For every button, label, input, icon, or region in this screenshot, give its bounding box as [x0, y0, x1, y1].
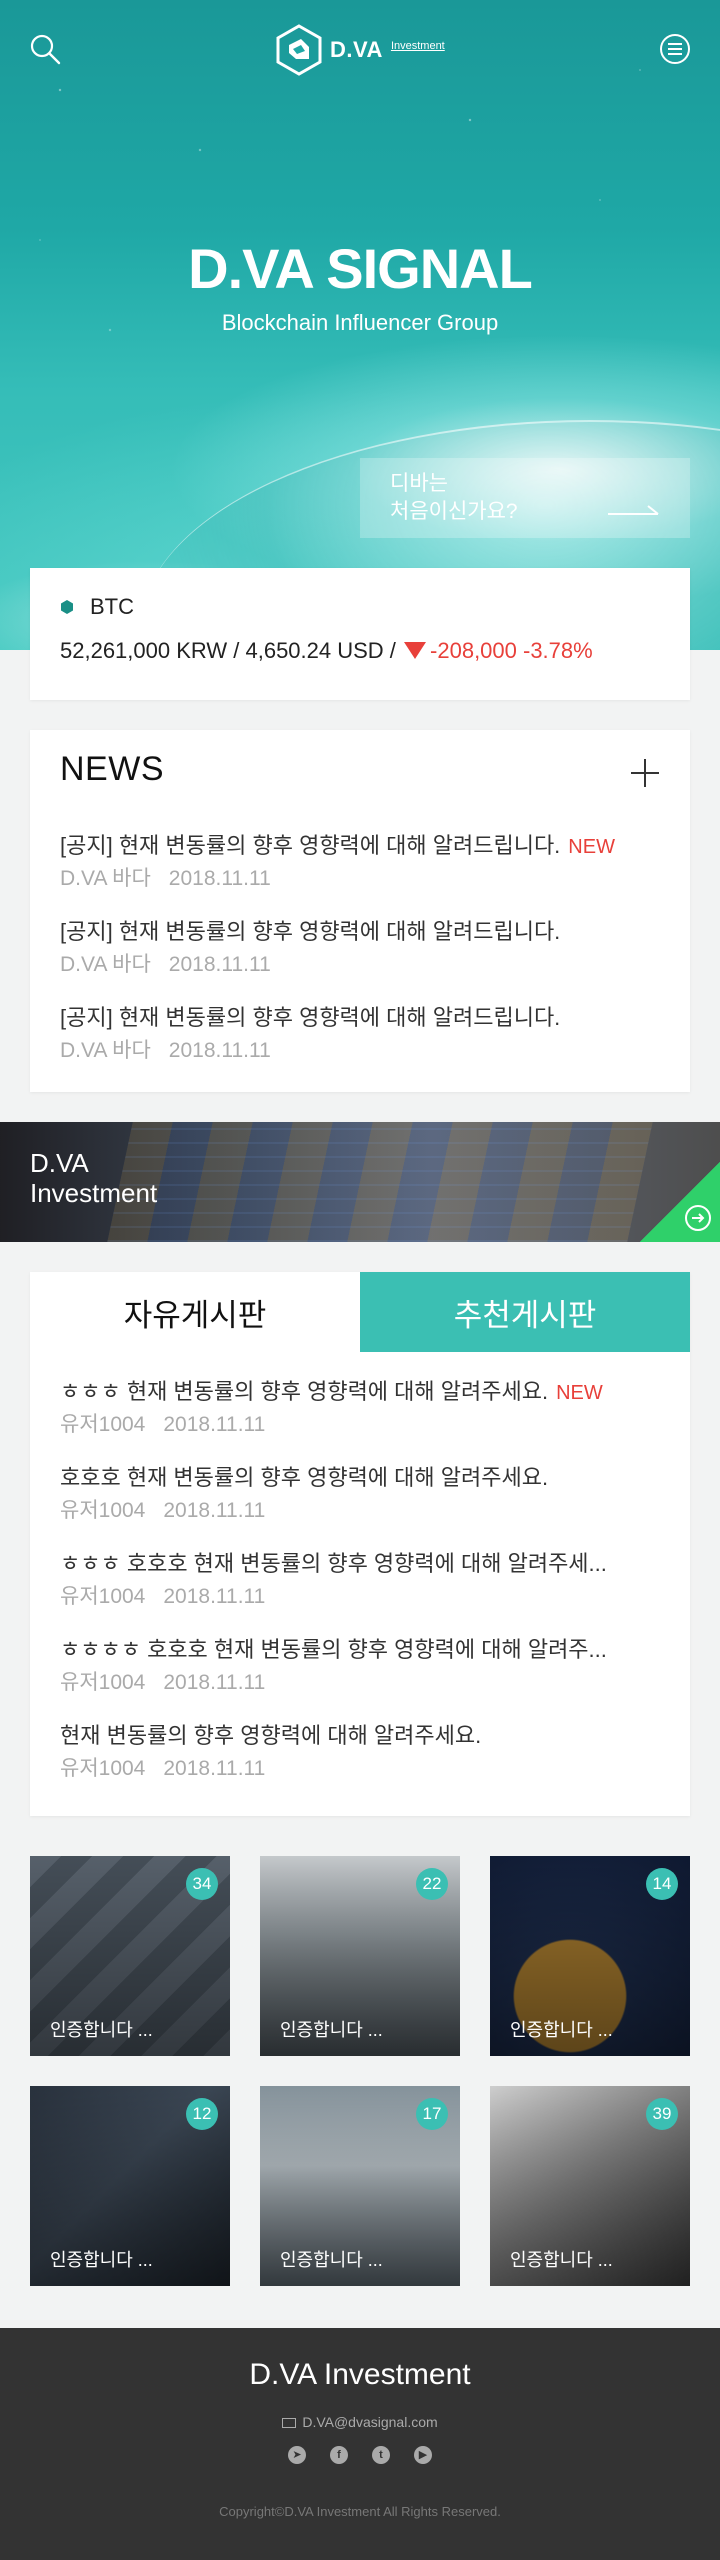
site-footer: D.VA Investment D.VA@dvasignal.com ➤ f t… [0, 2328, 720, 2560]
news-item-date: 2018.11.11 [168, 1039, 271, 1062]
news-item-title: [공지] 현재 변동률의 향후 영향력에 대해 알려드립니다. [60, 919, 561, 944]
ticker-change: -208,000 -3.78% [430, 638, 593, 663]
menu-icon[interactable] [658, 32, 692, 66]
comment-count-badge: 34 [186, 1868, 218, 1900]
board-item[interactable]: 호호호 현재 변동률의 향후 영향력에 대해 알려주세요. 유저1004 2018… [60, 1462, 670, 1548]
copyright-text: Copyright©D.VA Investment All Rights Res… [219, 2504, 501, 2519]
banner-go-button[interactable] [640, 1162, 720, 1242]
board-item-title: ㅎㅎㅎ 호호호 현재 변동률의 향후 영향력에 대해 알려주세... [60, 1551, 607, 1576]
ticker-symbol: BTC [90, 594, 134, 619]
news-item-date: 2018.11.11 [168, 867, 271, 890]
investment-banner[interactable]: D.VA Investment [0, 1122, 720, 1242]
gallery-item[interactable]: 22 인증합니다 ... [260, 1856, 460, 2056]
news-list: [공지] 현재 변동률의 향후 영향력에 대해 알려드립니다. NEW D.VA … [60, 830, 670, 1088]
plus-icon[interactable] [630, 758, 660, 788]
news-item[interactable]: [공지] 현재 변동률의 향후 영향력에 대해 알려드립니다. D.VA 바다 2… [60, 1002, 670, 1088]
gallery-item[interactable]: 34 인증합니다 ... [30, 1856, 230, 2056]
twitter-icon[interactable]: t [372, 2446, 390, 2464]
board-item-date: 2018.11.11 [163, 1499, 266, 1522]
gallery-caption: 인증합니다 ... [50, 2250, 153, 2270]
board-item-date: 2018.11.11 [163, 1671, 266, 1694]
logo-main-text: D.VA [330, 37, 383, 62]
news-item[interactable]: [공지] 현재 변동률의 향후 영향력에 대해 알려드립니다. NEW D.VA … [60, 830, 670, 916]
board-item-title: ㅎㅎㅎㅎ 호호호 현재 변동률의 향후 영향력에 대해 알려주... [60, 1637, 607, 1662]
news-item-author: D.VA 바다 [60, 953, 151, 976]
banner-line2: Investment [30, 1178, 158, 1208]
comment-count-badge: 22 [416, 1868, 448, 1900]
footer-email-text: D.VA@dvasignal.com [302, 2414, 438, 2430]
board-item-title: ㅎㅎㅎ 현재 변동률의 향후 영향력에 대해 알려주세요. [60, 1379, 549, 1404]
youtube-icon[interactable]: ▶ [414, 2446, 432, 2464]
board-item-author: 유저1004 [60, 1585, 146, 1608]
comment-count-badge: 12 [186, 2098, 218, 2130]
comment-count-badge: 17 [416, 2098, 448, 2130]
news-item[interactable]: [공지] 현재 변동률의 향후 영향력에 대해 알려드립니다. D.VA 바다 2… [60, 916, 670, 1002]
news-item-author: D.VA 바다 [60, 867, 151, 890]
board-card: 자유게시판 추천게시판 ㅎㅎㅎ 현재 변동률의 향후 영향력에 대해 알려주세요… [30, 1272, 690, 1816]
board-item[interactable]: ㅎㅎㅎㅎ 호호호 현재 변동률의 향후 영향력에 대해 알려주... 유저100… [60, 1634, 670, 1720]
gallery-caption: 인증합니다 ... [280, 2250, 383, 2270]
arrow-right-icon [608, 505, 659, 515]
logo-hexagon-icon [276, 24, 322, 76]
news-item-title: [공지] 현재 변동률의 향후 영향력에 대해 알려드립니다. [60, 833, 561, 858]
banner-background-image [107, 1122, 653, 1242]
first-time-line1: 디바는 [390, 472, 448, 495]
mail-icon [282, 2418, 297, 2429]
hero-section: D.VA Investment D.VA SIGNAL Blockchain I… [0, 0, 720, 650]
gallery-item[interactable]: 17 인증합니다 ... [260, 2086, 460, 2286]
tab-free-board[interactable]: 자유게시판 [30, 1272, 360, 1352]
board-item-date: 2018.11.11 [163, 1585, 266, 1608]
hero-subtitle: Blockchain Influencer Group [221, 310, 499, 335]
gallery-caption: 인증합니다 ... [510, 2250, 613, 2270]
board-item-author: 유저1004 [60, 1499, 146, 1522]
banner-line1: D.VA [30, 1148, 89, 1178]
board-item[interactable]: ㅎㅎㅎ 현재 변동률의 향후 영향력에 대해 알려주세요. NEW 유저1004 2… [60, 1376, 670, 1462]
gallery-item[interactable]: 12 인증합니다 ... [30, 2086, 230, 2286]
btc-ticker-card: BTC 52,261,000 KRW / 4,650.24 USD / -208… [30, 568, 690, 700]
board-item[interactable]: ㅎㅎㅎ 호호호 현재 변동률의 향후 영향력에 대해 알려주세... 유저100… [60, 1548, 670, 1634]
board-item-title: 현재 변동률의 향후 영향력에 대해 알려주세요. [60, 1723, 482, 1748]
board-item-author: 유저1004 [60, 1671, 146, 1694]
news-card: NEWS [공지] 현재 변동률의 향후 영향력에 대해 알려드립니다. NEW … [30, 730, 690, 1092]
hero-title: D.VA SIGNAL [188, 237, 533, 300]
circle-arrow-right-icon [685, 1205, 711, 1231]
new-badge: NEW [568, 836, 615, 858]
gallery-caption: 인증합니다 ... [280, 2020, 383, 2040]
gallery-item[interactable]: 39 인증합니다 ... [490, 2086, 690, 2286]
tab-recommended-board[interactable]: 추천게시판 [360, 1272, 690, 1352]
news-item-title: [공지] 현재 변동률의 향후 영향력에 대해 알려드립니다. [60, 1005, 561, 1030]
hexagon-bullet-icon [61, 600, 73, 614]
down-triangle-icon [404, 641, 427, 659]
banner-text: D.VA Investment [30, 1148, 157, 1208]
telegram-icon[interactable]: ➤ [288, 2446, 306, 2464]
gallery-caption: 인증합니다 ... [50, 2020, 153, 2040]
facebook-icon[interactable]: f [330, 2446, 348, 2464]
board-item-title: 호호호 현재 변동률의 향후 영향력에 대해 알려주세요. [60, 1465, 549, 1490]
gallery-item[interactable]: 14 인증합니다 ... [490, 1856, 690, 2056]
first-time-button[interactable]: 디바는 처음이신가요? [360, 458, 690, 538]
footer-title: D.VA Investment [249, 2358, 471, 2391]
news-item-date: 2018.11.11 [168, 953, 271, 976]
comment-count-badge: 14 [646, 1868, 678, 1900]
board-item-date: 2018.11.11 [163, 1413, 266, 1436]
news-title: NEWS [60, 750, 164, 788]
news-item-author: D.VA 바다 [60, 1039, 151, 1062]
comment-count-badge: 39 [646, 2098, 678, 2130]
board-list: ㅎㅎㅎ 현재 변동률의 향후 영향력에 대해 알려주세요. NEW 유저1004 2… [60, 1376, 670, 1806]
board-item-date: 2018.11.11 [163, 1757, 266, 1780]
new-badge: NEW [556, 1382, 603, 1404]
footer-email[interactable]: D.VA@dvasignal.com [0, 2414, 720, 2430]
search-icon[interactable] [28, 32, 62, 66]
social-links: ➤ f t ▶ [288, 2446, 432, 2464]
ticker-price: 52,261,000 KRW / 4,650.24 USD / [60, 638, 403, 663]
board-tabs: 자유게시판 추천게시판 [30, 1272, 690, 1352]
site-logo[interactable]: D.VA Investment [274, 22, 445, 78]
board-item-author: 유저1004 [60, 1413, 146, 1436]
board-item-author: 유저1004 [60, 1757, 146, 1780]
logo-sub-text: Investment [390, 40, 445, 52]
gallery-caption: 인증합니다 ... [510, 2020, 613, 2040]
board-item[interactable]: 현재 변동률의 향후 영향력에 대해 알려주세요. 유저1004 2018.11.… [60, 1720, 670, 1806]
